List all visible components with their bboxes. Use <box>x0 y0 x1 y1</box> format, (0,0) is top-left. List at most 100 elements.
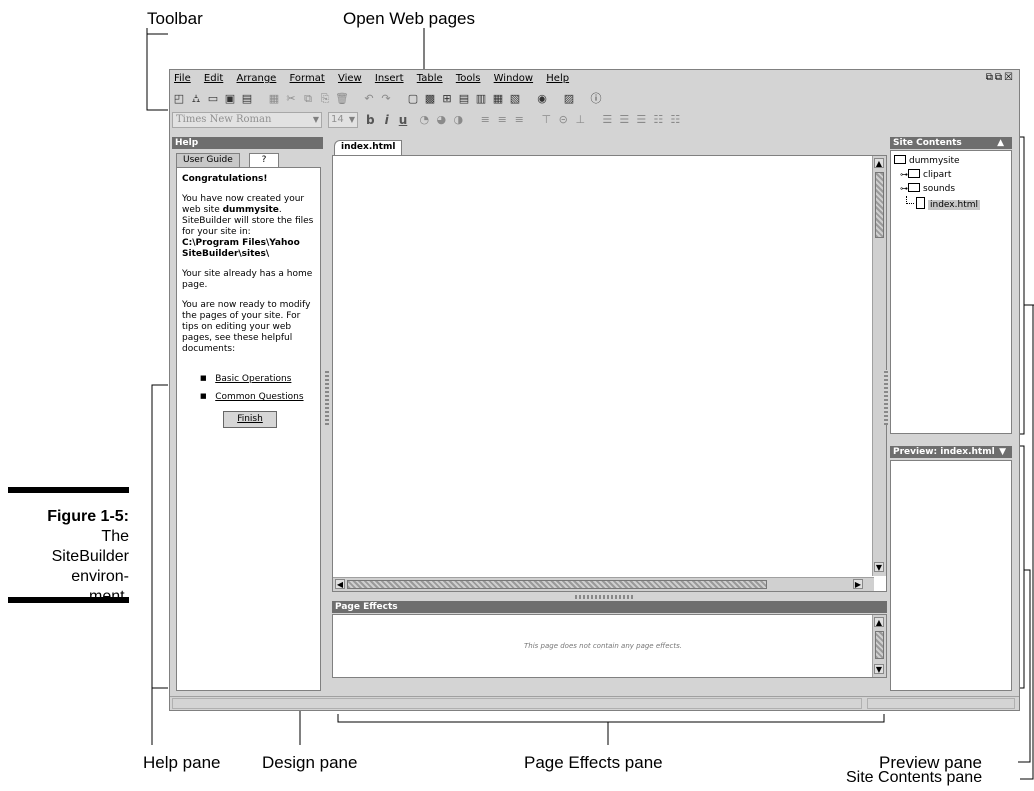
save-icon[interactable]: ▣ <box>223 92 237 106</box>
highlight-icon[interactable]: ◕ <box>434 113 448 127</box>
restore-icon[interactable]: ⧉ <box>986 72 995 83</box>
common-questions-link[interactable]: Common Questions <box>215 392 303 402</box>
tree-item-label: clipart <box>923 170 952 180</box>
open-icon[interactable]: ▭ <box>206 92 220 106</box>
undo-icon[interactable]: ↶ <box>362 92 376 106</box>
font-size-select[interactable]: 14 ▼ <box>328 112 358 128</box>
bold-button[interactable]: b <box>366 113 375 127</box>
status-bar-section <box>867 698 1015 709</box>
help-icon[interactable]: ⓘ <box>589 92 603 106</box>
insert-field-icon[interactable]: ▥ <box>474 92 488 106</box>
italic-button[interactable]: i <box>385 113 389 127</box>
bullet-icon: ■ <box>200 392 207 400</box>
redo-icon[interactable]: ↷ <box>379 92 393 106</box>
expander-icon[interactable]: ⊶ <box>900 184 908 193</box>
tree-item-clipart[interactable]: ⊶ clipart <box>900 168 951 182</box>
close-icon[interactable]: ☒ <box>1004 72 1015 83</box>
indent-icon[interactable]: ☷ <box>651 113 665 127</box>
delete-icon[interactable]: 🗑 <box>335 92 349 106</box>
scroll-down-arrow[interactable]: ▼ <box>874 664 884 674</box>
status-bar <box>170 696 1019 710</box>
valign-top-icon[interactable]: ⊤ <box>539 113 553 127</box>
menu-format[interactable]: Format <box>290 70 325 88</box>
align-left-icon[interactable]: ≡ <box>478 113 492 127</box>
expander-icon[interactable]: ⊶ <box>900 170 908 179</box>
font-name-value: Times New Roman <box>176 114 272 125</box>
tree-item-index-html[interactable]: index.html <box>906 196 980 212</box>
menu-arrange[interactable]: Arrange <box>236 70 276 88</box>
preview-title: Preview: index.html <box>893 447 995 457</box>
scroll-right-arrow[interactable]: ▶ <box>853 579 863 589</box>
text-color-icon[interactable]: ◔ <box>417 113 431 127</box>
basic-operations-link[interactable]: Basic Operations <box>215 374 291 384</box>
valign-middle-icon[interactable]: ⊝ <box>556 113 570 127</box>
scroll-up-arrow[interactable]: ▲ <box>874 158 884 168</box>
tree-item-root[interactable]: dummysite <box>894 154 960 168</box>
tree-item-label: dummysite <box>909 156 960 166</box>
site-contents-pane: dummysite ⊶ clipart ⊶ sounds index.html <box>890 150 1012 434</box>
scroll-up-arrow[interactable]: ▲ <box>874 617 884 627</box>
scroll-down-arrow[interactable]: ▼ <box>874 562 884 572</box>
cut-icon[interactable]: ✂ <box>284 92 298 106</box>
page-effects-scrollbar[interactable]: ▲ ▼ <box>872 615 886 677</box>
page-effects-title: Page Effects <box>335 602 398 612</box>
align-right-icon[interactable]: ≡ <box>512 113 526 127</box>
insert-form-icon[interactable]: ▤ <box>457 92 471 106</box>
menu-edit[interactable]: Edit <box>204 70 223 88</box>
vertical-scroll-thumb[interactable] <box>875 631 884 659</box>
tree-item-sounds[interactable]: ⊶ sounds <box>900 182 955 196</box>
dropdown-icon[interactable]: ▼ <box>999 446 1006 458</box>
design-splitter[interactable] <box>575 595 635 599</box>
rule-icon[interactable]: ☷ <box>668 113 682 127</box>
new-site-icon[interactable]: ⛼ <box>189 92 203 106</box>
save-all-icon[interactable]: ▤ <box>240 92 254 106</box>
insert-list-icon[interactable]: ▦ <box>491 92 505 106</box>
valign-bottom-icon[interactable]: ⊥ <box>573 113 587 127</box>
underline-button[interactable]: u <box>399 113 408 127</box>
numbered-list-icon[interactable]: ☰ <box>617 113 631 127</box>
page-effects-empty-message: This page does not contain any page effe… <box>524 642 682 650</box>
collapse-icon[interactable]: ▲ <box>997 137 1004 149</box>
preview-icon[interactable]: ▨ <box>562 92 576 106</box>
insert-text-icon[interactable]: ▢ <box>406 92 420 106</box>
new-page-icon[interactable]: ◰ <box>172 92 186 106</box>
caption-rule-top <box>8 487 129 493</box>
publish-icon[interactable]: ◉ <box>535 92 549 106</box>
menu-view[interactable]: View <box>338 70 362 88</box>
menu-insert[interactable]: Insert <box>375 70 404 88</box>
insert-media-icon[interactable]: ▧ <box>508 92 522 106</box>
site-contents-splitter[interactable] <box>884 370 888 425</box>
tab-index-html[interactable]: index.html <box>334 140 403 155</box>
menu-help[interactable]: Help <box>546 70 569 88</box>
insert-table-icon[interactable]: ⊞ <box>440 92 454 106</box>
bullet-list-icon[interactable]: ☰ <box>600 113 614 127</box>
tab-index-html-label: index.html <box>341 142 396 152</box>
horizontal-scroll-thumb[interactable] <box>347 580 767 589</box>
finish-button[interactable]: Finish <box>223 411 277 428</box>
font-name-select[interactable]: Times New Roman ▼ <box>172 112 322 128</box>
paste-icon[interactable]: ⎘ <box>318 92 332 106</box>
design-horizontal-scrollbar[interactable]: ◀ ▶ <box>333 577 874 591</box>
outdent-icon[interactable]: ☰ <box>634 113 648 127</box>
design-vertical-scrollbar[interactable]: ▲ ▼ <box>872 156 886 576</box>
tab-help-index[interactable]: ? <box>249 153 279 167</box>
preview-pane <box>890 460 1012 691</box>
menu-tools[interactable]: Tools <box>456 70 481 88</box>
insert-image-icon[interactable]: ▩ <box>423 92 437 106</box>
align-center-icon[interactable]: ≡ <box>495 113 509 127</box>
print-icon[interactable]: ▦ <box>267 92 281 106</box>
toolbar-standard: ◰ ⛼ ▭ ▣ ▤ ▦ ✂ ⧉ ⎘ 🗑 ↶ ↷ ▢ ▩ ⊞ ▤ ▥ ▦ ▧ ◉ … <box>172 89 606 109</box>
font-size-value: 14 <box>331 114 344 125</box>
copy-icon[interactable]: ⧉ <box>301 92 315 106</box>
menu-table[interactable]: Table <box>417 70 443 88</box>
menu-window[interactable]: Window <box>494 70 533 88</box>
list-item: ■ Common Questions <box>200 391 315 403</box>
vertical-scroll-thumb[interactable] <box>875 172 884 238</box>
design-pane[interactable]: ▲ ▼ ◀ ▶ <box>332 155 887 592</box>
scroll-left-arrow[interactable]: ◀ <box>335 579 345 589</box>
help-pane-splitter[interactable] <box>325 370 329 425</box>
menu-file[interactable]: File <box>174 70 191 88</box>
font-style-icon[interactable]: ◑ <box>451 113 465 127</box>
tab-user-guide[interactable]: User Guide <box>176 153 240 167</box>
minimize-icon[interactable]: ⧉ <box>995 72 1004 83</box>
